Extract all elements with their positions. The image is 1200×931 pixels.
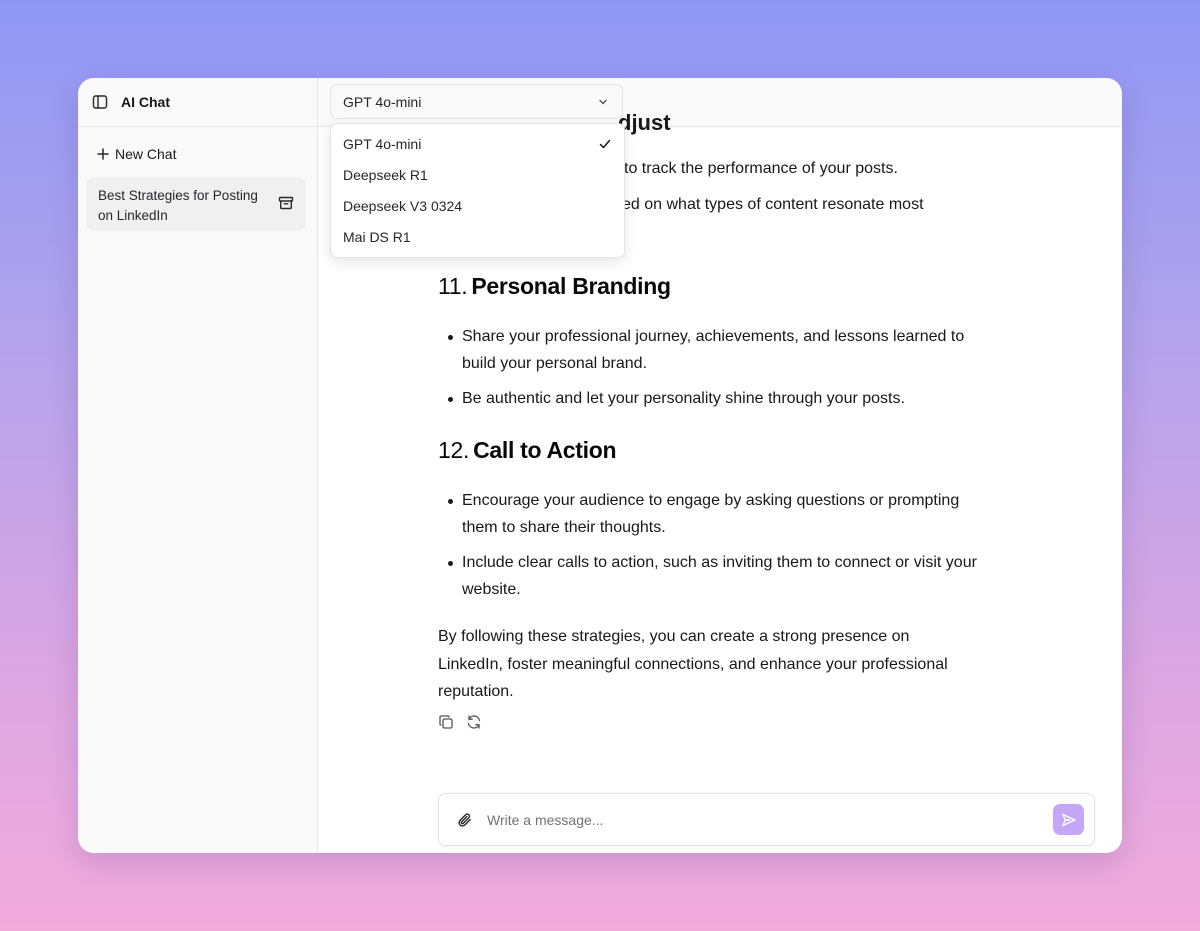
model-option-deepseek-r1[interactable]: Deepseek R1 — [331, 159, 624, 190]
model-option-mai-ds-r1[interactable]: Mai DS R1 — [331, 221, 624, 252]
app-title: AI Chat — [121, 94, 170, 110]
sidebar-header: AI Chat — [78, 78, 317, 127]
model-option-deepseek-v3[interactable]: Deepseek V3 0324 — [331, 190, 624, 221]
send-icon — [1061, 813, 1076, 826]
model-option-gpt-4o-mini[interactable]: GPT 4o-mini — [331, 128, 624, 159]
paperclip-icon[interactable] — [457, 812, 473, 828]
partial-section-heading: djust — [618, 110, 671, 135]
top-bar: GPT 4o-mini — [318, 78, 1122, 127]
check-icon — [598, 137, 612, 151]
message-composer — [438, 793, 1095, 846]
regenerate-icon[interactable] — [466, 714, 482, 730]
message-input[interactable] — [487, 804, 1027, 836]
chat-list-item[interactable]: Best Strategies for Posting on LinkedIn — [86, 177, 306, 231]
section-heading: 12. Call to Action — [438, 437, 617, 464]
list-item: Encourage your audience to engage by ask… — [438, 487, 978, 541]
app-window: AI Chat New Chat Best Strategies for Pos… — [78, 78, 1122, 853]
chevron-down-icon — [597, 96, 609, 108]
model-dropdown-menu: GPT 4o-mini Deepseek R1 Deepseek V3 0324… — [330, 123, 625, 258]
model-option-label: GPT 4o-mini — [343, 135, 422, 152]
model-select[interactable]: GPT 4o-mini — [330, 84, 623, 119]
list-item: Include clear calls to action, such as i… — [438, 549, 978, 603]
copy-icon[interactable] — [438, 714, 454, 730]
archive-icon[interactable] — [278, 195, 294, 211]
chat-main: GPT 4o-mini djust to track the performan… — [318, 78, 1122, 853]
list-item: Be authentic and let your personality sh… — [438, 385, 978, 412]
plus-icon — [96, 147, 110, 161]
section-number: 12. — [438, 437, 470, 463]
message-actions — [438, 714, 482, 730]
sidebar: AI Chat New Chat Best Strategies for Pos… — [78, 78, 318, 853]
model-select-value: GPT 4o-mini — [343, 93, 422, 110]
send-button[interactable] — [1053, 804, 1084, 835]
message-text: sed on what types of content resonate mo… — [614, 196, 924, 213]
section-number: 11. — [438, 273, 468, 299]
summary-paragraph: By following these strategies, you can c… — [438, 628, 948, 700]
model-option-label: Deepseek V3 0324 — [343, 197, 463, 214]
bullet-list: Encourage your audience to engage by ask… — [438, 487, 978, 611]
sidebar-toggle-icon[interactable] — [92, 94, 108, 110]
new-chat-label: New Chat — [115, 146, 177, 162]
model-option-label: Deepseek R1 — [343, 166, 428, 183]
model-option-label: Mai DS R1 — [343, 228, 411, 245]
section-title: Personal Branding — [471, 273, 671, 299]
chat-item-title: Best Strategies for Posting on LinkedIn — [98, 188, 258, 223]
bullet-list: Share your professional journey, achieve… — [438, 323, 978, 420]
section-title: Call to Action — [473, 437, 617, 463]
message-text: to track the performance of your posts. — [624, 160, 898, 177]
list-item: Share your professional journey, achieve… — [438, 323, 978, 377]
new-chat-button[interactable]: New Chat — [96, 144, 176, 164]
section-heading: 11. Personal Branding — [438, 273, 671, 300]
